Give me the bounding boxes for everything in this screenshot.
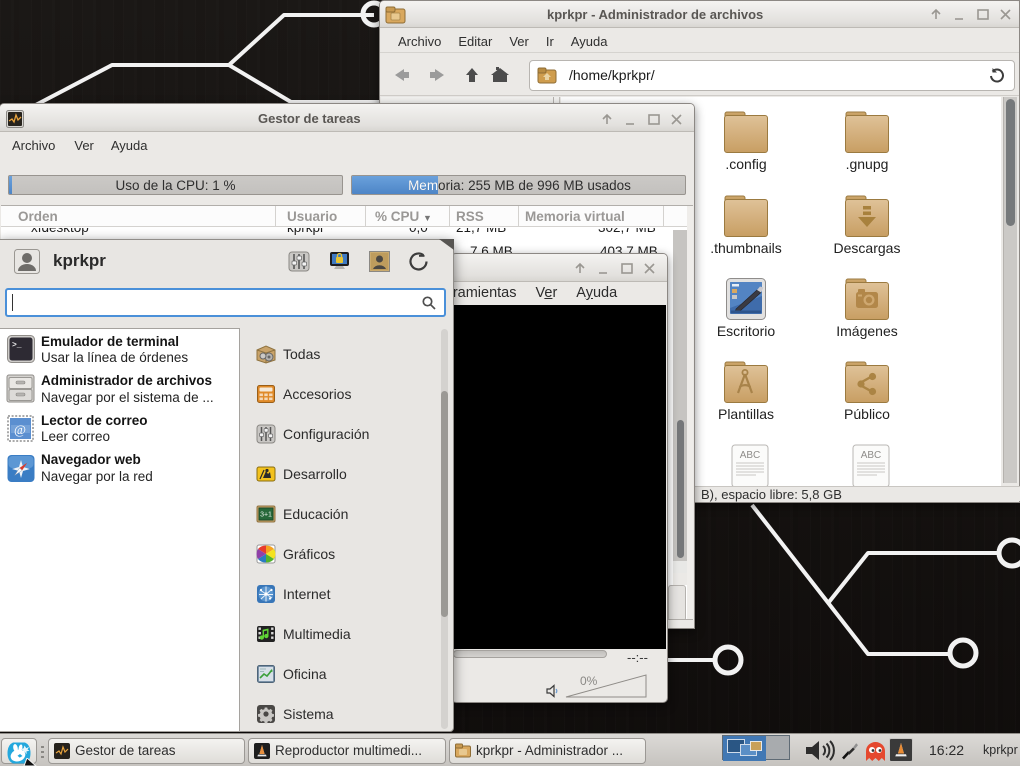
svg-text:ABC: ABC <box>861 450 882 461</box>
svg-text:ABC: ABC <box>740 450 761 461</box>
svg-text:3+1: 3+1 <box>260 512 272 519</box>
